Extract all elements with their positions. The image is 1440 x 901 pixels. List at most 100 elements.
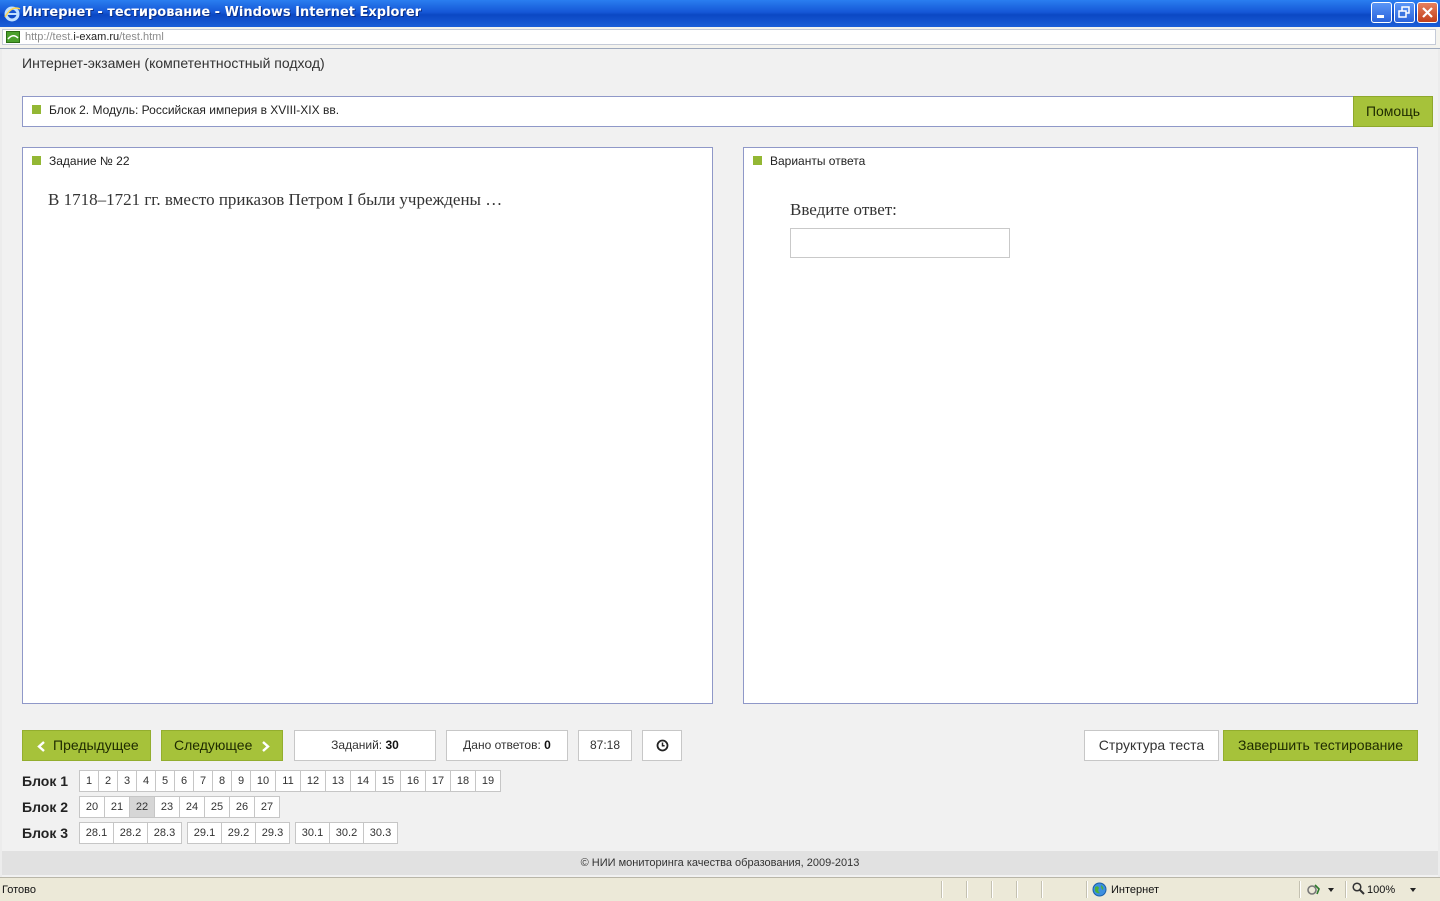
block-header: Блок 2. Модуль: Российская империя в XVI… [22,96,1433,127]
nav-question-19[interactable]: 19 [475,770,501,792]
clock-button[interactable] [642,730,682,761]
restore-icon [1398,6,1410,18]
chevron-right-icon [262,741,270,752]
nav-question-1[interactable]: 1 [79,770,99,792]
nav-question-16[interactable]: 16 [400,770,426,792]
nav-question-17[interactable]: 17 [425,770,451,792]
answer-input[interactable] [790,228,1010,258]
close-button[interactable] [1417,2,1438,23]
nav-question-25[interactable]: 25 [204,796,230,818]
window-title: Интернет - тестирование - Windows Intern… [22,5,422,20]
address-bar: http://test.i-exam.ru/test.html [0,27,1440,49]
nav-question-4[interactable]: 4 [136,770,156,792]
nav-question-13[interactable]: 13 [325,770,351,792]
nav-question-29-1[interactable]: 29.1 [187,822,222,844]
nav-question-29-3[interactable]: 29.3 [255,822,290,844]
nav-question-14[interactable]: 14 [350,770,376,792]
nav-question-6[interactable]: 6 [174,770,194,792]
nav-question-15[interactable]: 15 [375,770,401,792]
next-button[interactable]: Следующее [161,730,283,761]
nav-question-7[interactable]: 7 [193,770,213,792]
nav-question-28-2[interactable]: 28.2 [113,822,148,844]
nav-question-21[interactable]: 21 [104,796,130,818]
clock-icon [656,739,669,752]
address-field[interactable]: http://test.i-exam.ru/test.html [2,29,1436,45]
nav-question-26[interactable]: 26 [229,796,255,818]
nav-question-10[interactable]: 10 [250,770,276,792]
minimize-button[interactable] [1371,2,1392,23]
answers-count: Дано ответов: 0 [446,730,568,761]
nav-block-label: Блок 3 [22,825,69,841]
status-divider [1016,881,1018,898]
zoom-dropdown-icon[interactable] [1410,888,1416,892]
nav-question-11[interactable]: 11 [275,770,301,792]
previous-button[interactable]: Предыдущее [22,730,151,761]
nav-question-8[interactable]: 8 [212,770,232,792]
page-icon [6,31,20,43]
zone-text: Интернет [1111,884,1159,896]
nav-question-28-3[interactable]: 28.3 [147,822,182,844]
next-label: Следующее [174,737,253,753]
question-text: В 1718–1721 гг. вместо приказов Петром I… [48,190,503,209]
url-text: http://test.i-exam.ru/test.html [25,31,164,43]
marker-square-icon [32,156,41,165]
tasks-count-value: 30 [385,738,399,752]
close-icon [1422,7,1433,18]
status-divider [991,881,993,898]
nav-question-30-3[interactable]: 30.3 [363,822,398,844]
nav-question-9[interactable]: 9 [231,770,251,792]
nav-question-12[interactable]: 12 [300,770,326,792]
answer-panel-title: Варианты ответа [770,154,866,168]
page-title: Интернет-экзамен (компетентностный подхо… [22,55,325,71]
status-divider [1299,881,1301,898]
help-button[interactable]: Помощь [1353,96,1433,127]
nav-question-30-2[interactable]: 30.2 [329,822,364,844]
status-divider [1041,881,1043,898]
security-dropdown-icon[interactable] [1328,888,1334,892]
test-structure-button[interactable]: Структура теста [1084,730,1219,761]
nav-question-27[interactable]: 27 [254,796,280,818]
nav-question-2[interactable]: 2 [98,770,118,792]
answer-prompt: Введите ответ: [790,200,897,219]
nav-question-18[interactable]: 18 [450,770,476,792]
zoom-icon[interactable] [1352,882,1365,895]
nav-question-24[interactable]: 24 [179,796,205,818]
security-settings-icon[interactable] [1306,882,1322,897]
task-title: Задание № 22 [49,154,130,168]
nav-question-30-1[interactable]: 30.1 [295,822,330,844]
status-divider [1086,881,1088,898]
nav-question-3[interactable]: 3 [117,770,137,792]
status-bar: Готово Интернет 100% [0,877,1440,901]
block-label: Блок 2. Модуль: Российская империя в XVI… [49,103,340,117]
nav-block-label: Блок 1 [22,773,69,789]
nav-question-22[interactable]: 22 [129,796,155,818]
nav-question-29-2[interactable]: 29.2 [221,822,256,844]
nav-question-23[interactable]: 23 [154,796,180,818]
ie-logo-icon [4,6,21,22]
status-text: Готово [2,884,36,896]
timer: 87:18 [578,730,632,761]
zoom-level[interactable]: 100% [1367,884,1395,896]
window-title-bar: Интернет - тестирование - Windows Intern… [0,0,1440,27]
task-panel: Задание № 22 В 1718–1721 гг. вместо прик… [22,147,713,704]
globe-icon [1092,882,1107,897]
nav-block-label: Блок 2 [22,799,69,815]
previous-label: Предыдущее [53,737,139,753]
copyright-footer: © НИИ мониторинга качества образования, … [2,851,1438,875]
status-divider [966,881,968,898]
nav-question-20[interactable]: 20 [79,796,105,818]
nav-question-28-1[interactable]: 28.1 [79,822,114,844]
marker-square-icon [32,105,41,114]
answer-panel: Варианты ответа Введите ответ: [743,147,1418,704]
nav-question-5[interactable]: 5 [155,770,175,792]
status-divider [941,881,943,898]
minimize-icon [1377,15,1384,18]
answers-count-value: 0 [544,738,551,752]
chevron-left-icon [37,741,45,752]
restore-button[interactable] [1394,2,1415,23]
tasks-count: Заданий: 30 [294,730,436,761]
marker-square-icon [753,156,762,165]
finish-test-button[interactable]: Завершить тестирование [1223,730,1418,761]
page-content: Интернет-экзамен (компетентностный подхо… [2,49,1438,877]
status-divider [1345,881,1347,898]
